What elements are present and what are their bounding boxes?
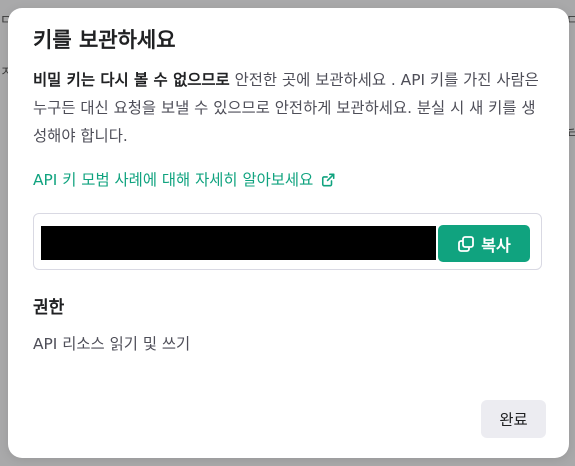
docs-link-label: API 키 모범 사례에 대해 자세히 알아보세요	[33, 171, 314, 189]
copy-button[interactable]: 복사	[438, 225, 530, 262]
dialog-title: 키를 보관하세요	[33, 28, 176, 52]
dialog-description: 비밀 키는 다시 볼 수 없으므로 안전한 곳에 보관하세요 . API 키를 …	[33, 66, 543, 150]
description-emphasis: 비밀 키는 다시 볼 수 없으므로	[33, 71, 230, 89]
done-button[interactable]: 완료	[481, 400, 546, 438]
external-link-icon	[322, 173, 335, 187]
secret-key-field[interactable]	[41, 226, 436, 260]
secret-key-container: 복사	[33, 213, 542, 270]
api-key-best-practices-link[interactable]: API 키 모범 사례에 대해 자세히 알아보세요	[33, 169, 335, 191]
permissions-heading: 권한	[33, 298, 65, 318]
save-key-dialog: 키를 보관하세요 비밀 키는 다시 볼 수 없으므로 안전한 곳에 보관하세요 …	[8, 8, 569, 458]
permissions-value: API 리소스 읽기 및 쓰기	[33, 335, 191, 353]
copy-icon	[458, 235, 475, 252]
copy-button-label: 복사	[481, 235, 511, 255]
